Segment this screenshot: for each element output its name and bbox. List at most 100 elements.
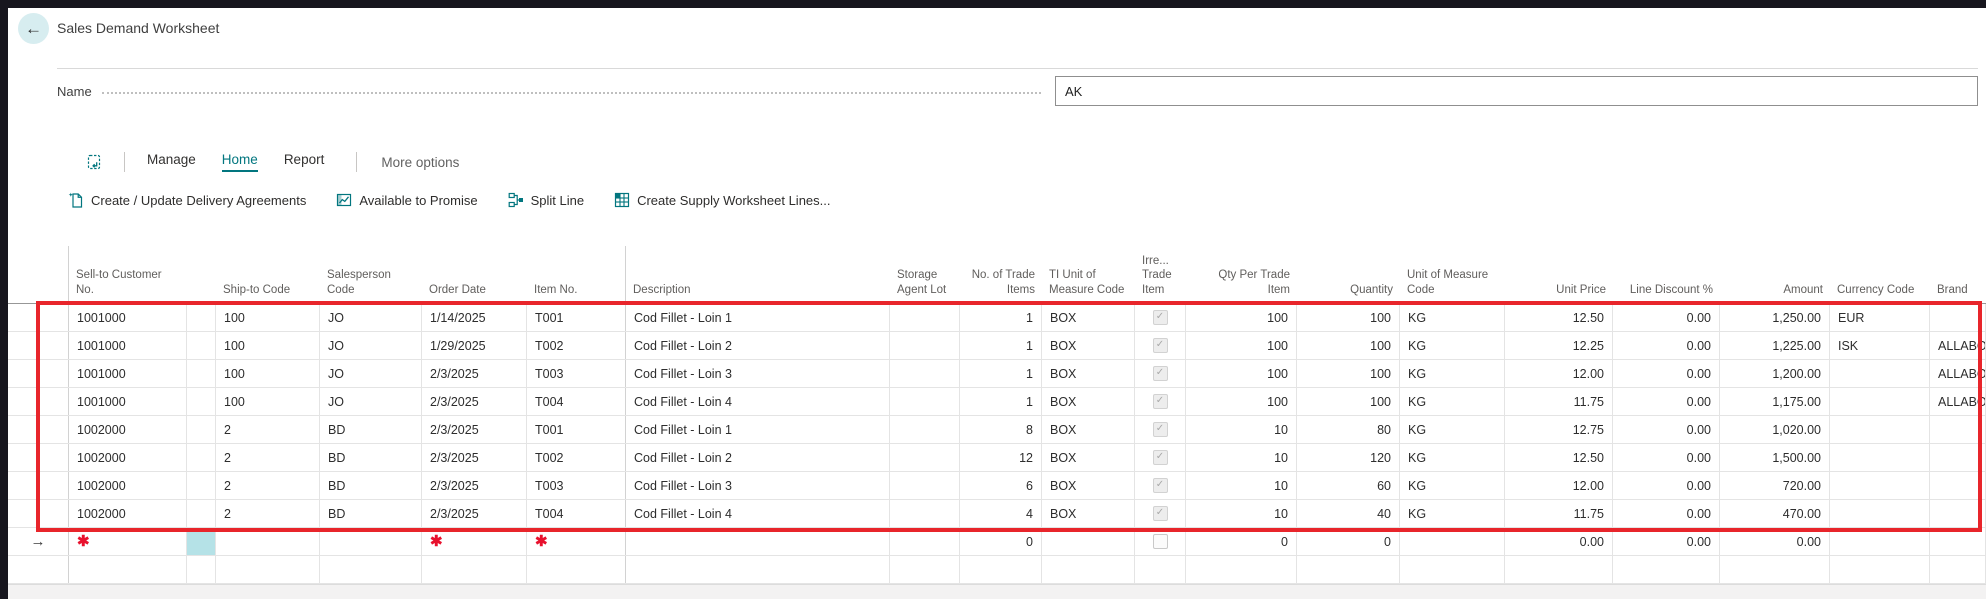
column-header-qty-per-trade-item[interactable]: Qty Per Trade Item	[1186, 246, 1297, 303]
column-header-no-of-trade-items[interactable]: No. of Trade Items	[960, 246, 1042, 303]
cell-salesperson-code[interactable]: BD	[320, 500, 422, 527]
create-supply-worksheet-lines-button[interactable]: Create Supply Worksheet Lines...	[614, 192, 830, 208]
cell-storage-agent-lot[interactable]	[890, 332, 960, 359]
cell-item-no[interactable]: T002	[527, 444, 626, 471]
cell-line-discount-pct[interactable]: 0.00	[1613, 500, 1720, 527]
cell-description[interactable]	[626, 528, 890, 555]
cell-item-no[interactable]: T004	[527, 388, 626, 415]
focused-cell[interactable]	[187, 528, 216, 555]
cell-qty-per-trade-item[interactable]: 0	[1186, 528, 1297, 555]
cell-row-selector[interactable]: →	[8, 528, 69, 555]
cell-storage-agent-lot[interactable]	[890, 472, 960, 499]
cell-brand[interactable]: ALLABO	[1930, 332, 1986, 359]
tab-manage[interactable]: Manage	[147, 152, 196, 172]
cell-no-of-trade-items[interactable]: 0	[960, 528, 1042, 555]
cell-currency-code[interactable]	[1830, 416, 1930, 443]
cell-description[interactable]: Cod Fillet - Loin 2	[626, 332, 890, 359]
cell-ti-unit-of-measure-code[interactable]: BOX	[1042, 332, 1135, 359]
column-header-line-discount-pct[interactable]: Line Discount %	[1613, 246, 1720, 303]
available-to-promise-button[interactable]: Available to Promise	[336, 192, 477, 208]
cell-currency-code[interactable]	[1830, 360, 1930, 387]
cell-storage-agent-lot[interactable]	[890, 500, 960, 527]
tab-home[interactable]: Home	[222, 152, 258, 172]
cell-no-of-trade-items[interactable]: 1	[960, 304, 1042, 331]
cell-indicator[interactable]	[187, 332, 216, 359]
cell-quantity[interactable]: 100	[1297, 360, 1400, 387]
cell-qty-per-trade-item[interactable]: 10	[1186, 416, 1297, 443]
cell-currency-code[interactable]: ISK	[1830, 332, 1930, 359]
cell-ti-unit-of-measure-code[interactable]: BOX	[1042, 304, 1135, 331]
cell-amount[interactable]: 720.00	[1720, 472, 1830, 499]
cell-brand[interactable]	[1930, 472, 1986, 499]
cell-amount[interactable]: 1,225.00	[1720, 332, 1830, 359]
cell-line-discount-pct[interactable]: 0.00	[1613, 472, 1720, 499]
column-header-quantity[interactable]: Quantity	[1297, 246, 1400, 303]
cell-qty-per-trade-item[interactable]: 10	[1186, 444, 1297, 471]
cell-item-no[interactable]: T004	[527, 500, 626, 527]
cell-sell-to-customer-no[interactable]: 1001000	[69, 360, 187, 387]
irrevocable-trade-item-checkbox[interactable]: ✓	[1153, 366, 1168, 381]
cell-sell-to-customer-no[interactable]: 1002000	[69, 444, 187, 471]
cell-currency-code[interactable]	[1830, 444, 1930, 471]
cell-unit-price[interactable]: 12.00	[1505, 472, 1613, 499]
cell-order-date[interactable]: 1/29/2025	[422, 332, 527, 359]
cell-brand[interactable]	[1930, 304, 1986, 331]
column-header-amount[interactable]: Amount	[1720, 246, 1830, 303]
cell-ti-unit-of-measure-code[interactable]	[1042, 528, 1135, 555]
cell-ship-to-code[interactable]: 100	[216, 332, 320, 359]
column-header-order-date[interactable]: Order Date	[422, 246, 527, 303]
cell-description[interactable]: Cod Fillet - Loin 4	[626, 500, 890, 527]
cell-row-selector[interactable]	[8, 472, 69, 499]
cell-indicator[interactable]	[187, 444, 216, 471]
cell-quantity[interactable]: 60	[1297, 472, 1400, 499]
irrevocable-trade-item-checkbox[interactable]: ✓	[1153, 338, 1168, 353]
irrevocable-trade-item-checkbox[interactable]: ✓	[1153, 450, 1168, 465]
cell-qty-per-trade-item[interactable]: 100	[1186, 332, 1297, 359]
cell-no-of-trade-items[interactable]: 1	[960, 388, 1042, 415]
column-header-sell-to-customer-no[interactable]: Sell-to Customer No.	[69, 246, 187, 303]
cell-irrevocable-trade-item[interactable]: ✓	[1135, 360, 1186, 387]
cell-quantity[interactable]: 100	[1297, 332, 1400, 359]
cell-irrevocable-trade-item[interactable]: ✓	[1135, 416, 1186, 443]
cell-ship-to-code[interactable]: 2	[216, 472, 320, 499]
cell-unit-of-measure-code[interactable]: KG	[1400, 500, 1505, 527]
cell-qty-per-trade-item[interactable]: 100	[1186, 360, 1297, 387]
cell-unit-of-measure-code[interactable]: KG	[1400, 388, 1505, 415]
cell-unit-of-measure-code[interactable]	[1400, 528, 1505, 555]
column-header-irrevocable-trade-item[interactable]: Irre... Trade Item	[1135, 246, 1186, 303]
tab-report[interactable]: Report	[284, 152, 325, 172]
cell-brand[interactable]	[1930, 416, 1986, 443]
cell-ship-to-code[interactable]: 2	[216, 444, 320, 471]
column-header-unit-price[interactable]: Unit Price	[1505, 246, 1613, 303]
cell-ship-to-code[interactable]: 2	[216, 500, 320, 527]
cell-item-no[interactable]: T001	[527, 416, 626, 443]
cell-amount[interactable]: 0.00	[1720, 528, 1830, 555]
cell-quantity[interactable]: 0	[1297, 528, 1400, 555]
cell-indicator[interactable]	[187, 500, 216, 527]
cell-sell-to-customer-no[interactable]: 1002000	[69, 416, 187, 443]
irrevocable-trade-item-checkbox[interactable]: ✓	[1153, 506, 1168, 521]
cell-amount[interactable]: 1,500.00	[1720, 444, 1830, 471]
cell-order-date[interactable]: 2/3/2025	[422, 500, 527, 527]
column-header-currency-code[interactable]: Currency Code	[1830, 246, 1930, 303]
cell-no-of-trade-items[interactable]: 1	[960, 360, 1042, 387]
column-header-item-no[interactable]: Item No.	[527, 246, 626, 303]
cell-indicator[interactable]	[187, 416, 216, 443]
cell-irrevocable-trade-item[interactable]: ✓	[1135, 388, 1186, 415]
cell-currency-code[interactable]: EUR	[1830, 304, 1930, 331]
cell-unit-price[interactable]: 11.75	[1505, 500, 1613, 527]
create-update-delivery-agreements-button[interactable]: Create / Update Delivery Agreements	[68, 192, 306, 208]
cell-sell-to-customer-no[interactable]: 1001000	[69, 332, 187, 359]
cell-irrevocable-trade-item[interactable]: ✓	[1135, 444, 1186, 471]
cell-unit-of-measure-code[interactable]: KG	[1400, 472, 1505, 499]
cell-amount[interactable]: 470.00	[1720, 500, 1830, 527]
cell-salesperson-code[interactable]: JO	[320, 360, 422, 387]
cell-quantity[interactable]: 40	[1297, 500, 1400, 527]
column-header-ship-to-code[interactable]: Ship-to Code	[216, 246, 320, 303]
split-line-button[interactable]: Split Line	[508, 192, 584, 208]
column-header-storage-agent-lot[interactable]: Storage Agent Lot	[890, 246, 960, 303]
cell-description[interactable]: Cod Fillet - Loin 1	[626, 416, 890, 443]
cell-row-selector[interactable]	[8, 388, 69, 415]
cell-ship-to-code[interactable]: 100	[216, 360, 320, 387]
cell-row-selector[interactable]	[8, 360, 69, 387]
